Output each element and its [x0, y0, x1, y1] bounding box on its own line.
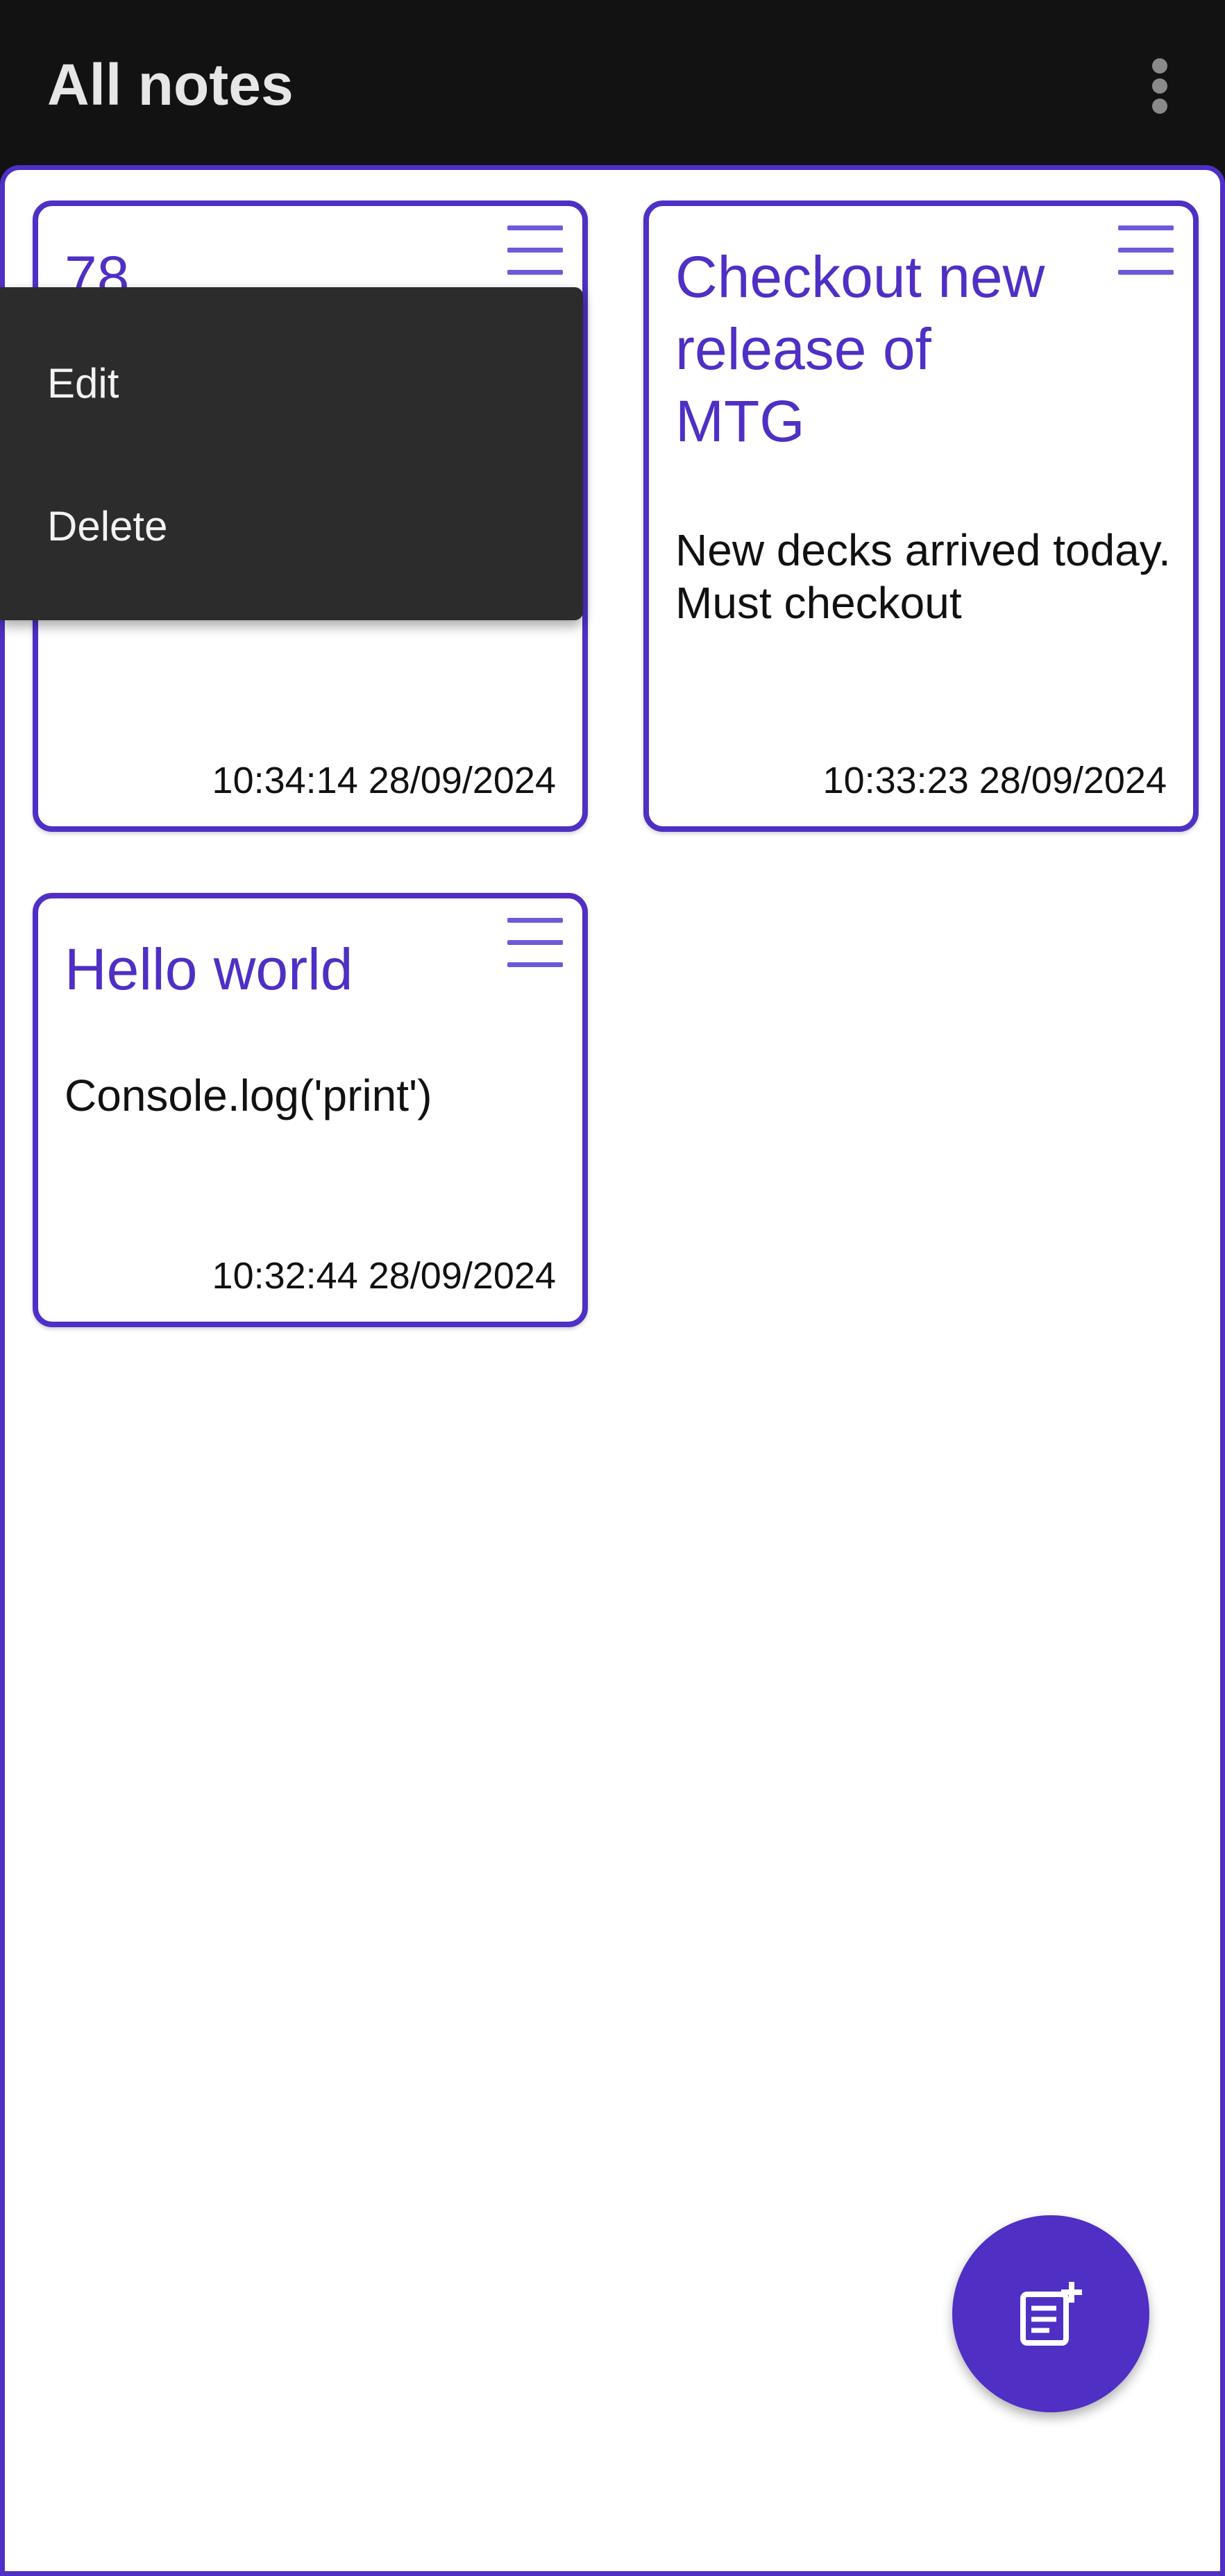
menu-line [1118, 270, 1174, 275]
note-timestamp: 10:34:14 28/09/2024 [212, 760, 556, 801]
overflow-dot [1152, 99, 1167, 114]
menu-item-edit[interactable]: Edit [0, 312, 583, 455]
menu-item-label: Edit [47, 360, 119, 407]
app-root: All notes 78 10:34:14 28/09/2024 Checkou… [0, 0, 1225, 2576]
note-card[interactable]: Hello world Console.log('print') 10:32:4… [33, 893, 588, 1327]
overflow-dot [1152, 58, 1167, 74]
menu-line [507, 248, 563, 253]
menu-item-label: Delete [47, 503, 168, 549]
page-title: All notes [47, 52, 294, 117]
note-title: Checkout new release of MTG [675, 244, 1045, 454]
note-body: Console.log('print') [65, 1071, 432, 1120]
note-context-menu: Edit Delete [0, 287, 583, 620]
menu-item-delete[interactable]: Delete [0, 455, 583, 598]
top-app-bar: All notes [0, 0, 1225, 167]
menu-line [1118, 225, 1174, 230]
hamburger-menu-icon[interactable] [507, 915, 563, 971]
note-timestamp: 10:33:23 28/09/2024 [822, 760, 1167, 801]
menu-line [507, 225, 563, 230]
menu-line [507, 270, 563, 275]
hamburger-menu-icon[interactable] [1118, 223, 1174, 278]
hamburger-menu-icon[interactable] [507, 223, 563, 278]
menu-line [507, 940, 563, 945]
note-title: Hello world [65, 937, 353, 1002]
more-vert-icon[interactable] [1138, 49, 1180, 118]
menu-line [507, 918, 563, 923]
menu-line [1118, 248, 1174, 253]
add-note-icon [1020, 2282, 1082, 2346]
note-body: New decks arrived today. Must checkout [675, 525, 1171, 628]
add-note-button[interactable] [952, 2215, 1149, 2412]
menu-line [507, 962, 563, 967]
note-timestamp: 10:32:44 28/09/2024 [212, 1255, 556, 1297]
note-card[interactable]: Checkout new release of MTG New decks ar… [643, 201, 1199, 832]
overflow-dot [1152, 78, 1167, 94]
